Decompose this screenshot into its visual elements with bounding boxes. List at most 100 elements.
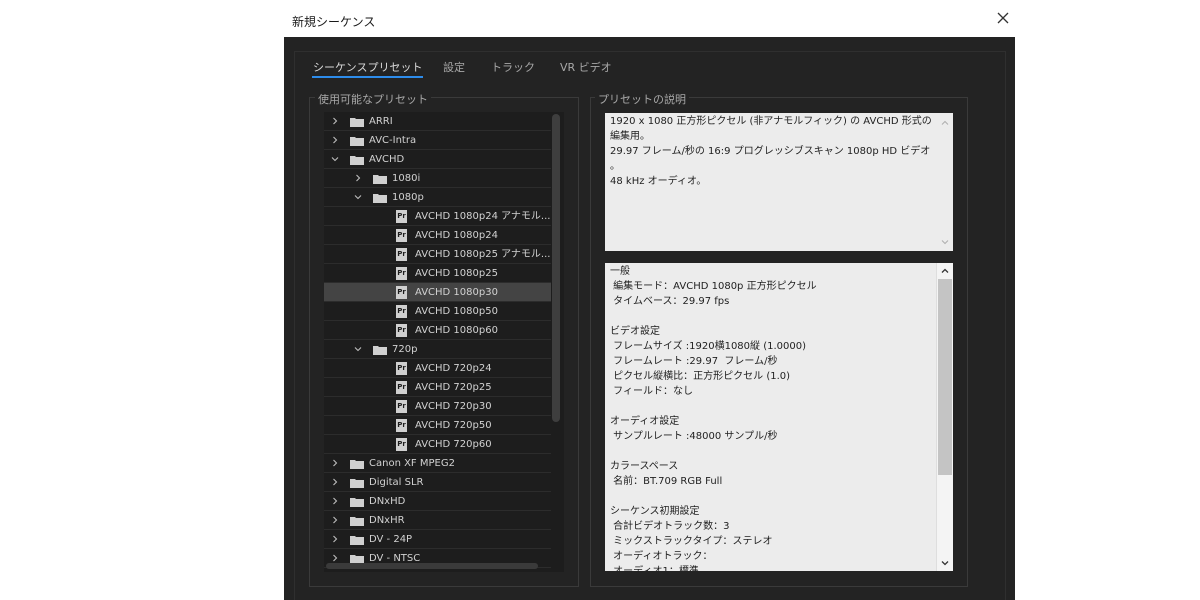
chevron-right-icon[interactable]: [330, 458, 340, 468]
details-scroll-thumb[interactable]: [938, 279, 952, 475]
chevron-right-icon[interactable]: [353, 173, 363, 183]
scroll-down-icon[interactable]: [940, 558, 950, 568]
premiere-preset-icon: Pr: [396, 248, 407, 261]
folder-icon: [350, 136, 364, 146]
chevron-right-icon[interactable]: [330, 515, 340, 525]
premiere-preset-icon: Pr: [396, 400, 407, 413]
tree-item-label: AVC-Intra: [369, 135, 417, 146]
tree-preset-row[interactable]: Pr AVCHD 1080p60: [324, 321, 551, 340]
tree-item-label: Digital SLR: [369, 477, 424, 488]
scroll-down-icon[interactable]: [940, 237, 950, 247]
tab-vr-video[interactable]: VR ビデオ: [560, 59, 612, 75]
tree-preset-row[interactable]: Pr AVCHD 1080p50: [324, 302, 551, 321]
tree-preset-row[interactable]: Pr AVCHD 1080p30: [324, 283, 551, 302]
tree-preset-row[interactable]: Pr AVCHD 1080p24: [324, 226, 551, 245]
details-line: タイムベース：29.97 fps: [610, 296, 730, 307]
tree-folder-row[interactable]: DNxHR: [324, 511, 551, 530]
tree-folder-row[interactable]: 1080i: [324, 169, 551, 188]
tree-folder-row[interactable]: 720p: [324, 340, 551, 359]
title-bar: 新規シーケンス: [284, 0, 1015, 37]
tree-folder-row[interactable]: DV - 24P: [324, 530, 551, 549]
window-title: 新規シーケンス: [292, 15, 376, 29]
chevron-right-icon[interactable]: [330, 496, 340, 506]
details-scrollbar[interactable]: [936, 263, 953, 571]
preset-tree[interactable]: ARRI AVC-Intra AVCHD 1080i 1080p Pr AVCHD 1080…: [324, 112, 564, 572]
premiere-preset-icon: Pr: [396, 419, 407, 432]
chevron-right-icon[interactable]: [330, 553, 340, 563]
folder-icon: [373, 193, 387, 203]
tab-sequence-presets[interactable]: シーケンスプリセット: [311, 59, 424, 78]
tree-folder-row[interactable]: Digital SLR: [324, 473, 551, 492]
description-text: 1920 x 1080 正方形ピクセル (非アナモルフィック) の AVCHD …: [610, 114, 948, 189]
details-line: [610, 399, 948, 414]
scroll-up-icon[interactable]: [940, 266, 950, 276]
folder-icon: [373, 345, 387, 355]
tree-item-label: AVCHD 720p60: [415, 439, 492, 450]
tab-settings[interactable]: 設定: [443, 59, 465, 75]
details-line: ピクセル縦横比：正方形ピクセル (1.0): [610, 371, 791, 382]
tree-folder-row[interactable]: 1080p: [324, 188, 551, 207]
details-line: 編集モード：AVCHD 1080p 正方形ピクセル: [610, 281, 817, 292]
description-line: 。: [610, 161, 620, 172]
details-text: 一般 編集モード：AVCHD 1080p 正方形ピクセル タイムベース：29.9…: [610, 264, 948, 571]
tree-item-label: ARRI: [369, 116, 393, 127]
tree-folder-row[interactable]: AVC-Intra: [324, 131, 551, 150]
details-line: フレームサイズ :1920横1080縦 (1.0000): [610, 341, 806, 352]
tree-preset-row[interactable]: Pr AVCHD 720p60: [324, 435, 551, 454]
tree-folder-row[interactable]: Canon XF MPEG2: [324, 454, 551, 473]
chevron-down-icon[interactable]: [330, 154, 340, 164]
details-line: フィールド：なし: [610, 386, 693, 397]
tree-item-label: AVCHD 1080p30: [415, 287, 498, 298]
tree-item-label: AVCHD 1080p24: [415, 230, 498, 241]
details-line: サンプルレート :48000 サンプル/秒: [610, 431, 778, 442]
chevron-right-icon[interactable]: [330, 116, 340, 126]
tree-vertical-scrollbar[interactable]: [552, 114, 560, 422]
scroll-up-icon[interactable]: [940, 118, 950, 128]
details-line: カラースペース: [610, 461, 679, 472]
details-line: [610, 489, 948, 504]
details-line: 合計ビデオトラック数：3: [610, 521, 730, 532]
premiere-preset-icon: Pr: [396, 438, 407, 451]
chevron-down-icon[interactable]: [353, 192, 363, 202]
description-line: 編集用。: [610, 131, 650, 142]
tree-item-label: AVCHD 720p24: [415, 363, 492, 374]
chevron-right-icon[interactable]: [330, 534, 340, 544]
tree-preset-row[interactable]: Pr AVCHD 1080p25 アナモル...: [324, 245, 551, 264]
tab-tracks[interactable]: トラック: [491, 59, 535, 75]
tree-preset-row[interactable]: Pr AVCHD 720p25: [324, 378, 551, 397]
close-icon[interactable]: [993, 8, 1013, 28]
tree-item-label: DV - 24P: [369, 534, 413, 545]
tree-folder-row[interactable]: ARRI: [324, 112, 551, 131]
tree-item-label: AVCHD 1080p60: [415, 325, 498, 336]
description-scrollbar[interactable]: [937, 113, 953, 251]
description-line: 1920 x 1080 正方形ピクセル (非アナモルフィック) の AVCHD …: [610, 116, 932, 127]
folder-icon: [350, 535, 364, 545]
tree-folder-row[interactable]: AVCHD: [324, 150, 551, 169]
folder-icon: [350, 497, 364, 507]
tree-folder-row[interactable]: DNxHD: [324, 492, 551, 511]
tree-item-label: DNxHR: [369, 515, 405, 526]
premiere-preset-icon: Pr: [396, 210, 407, 223]
folder-icon: [350, 516, 364, 526]
folder-icon: [350, 117, 364, 127]
preset-details: 一般 編集モード：AVCHD 1080p 正方形ピクセル タイムベース：29.9…: [605, 263, 953, 571]
chevron-right-icon[interactable]: [330, 477, 340, 487]
details-line: オーディオ1：標準: [610, 564, 948, 571]
tree-item-label: AVCHD 1080p25: [415, 268, 498, 279]
tree-item-label: AVCHD 720p50: [415, 420, 492, 431]
tree-preset-row[interactable]: Pr AVCHD 720p24: [324, 359, 551, 378]
tree-preset-row[interactable]: Pr AVCHD 720p50: [324, 416, 551, 435]
folder-icon: [350, 155, 364, 165]
tree-preset-row[interactable]: Pr AVCHD 1080p24 アナモル...: [324, 207, 551, 226]
chevron-right-icon[interactable]: [330, 135, 340, 145]
preset-description: 1920 x 1080 正方形ピクセル (非アナモルフィック) の AVCHD …: [605, 113, 953, 251]
tree-preset-row[interactable]: Pr AVCHD 720p30: [324, 397, 551, 416]
tree-preset-row[interactable]: Pr AVCHD 1080p25: [324, 264, 551, 283]
details-line: ミックストラックタイプ：ステレオ: [610, 536, 773, 547]
details-line: [610, 309, 948, 324]
folder-icon: [350, 459, 364, 469]
tree-horizontal-scrollbar[interactable]: [326, 563, 538, 569]
chevron-down-icon[interactable]: [353, 344, 363, 354]
details-line: ビデオ設定: [610, 326, 660, 337]
premiere-preset-icon: Pr: [396, 305, 407, 318]
